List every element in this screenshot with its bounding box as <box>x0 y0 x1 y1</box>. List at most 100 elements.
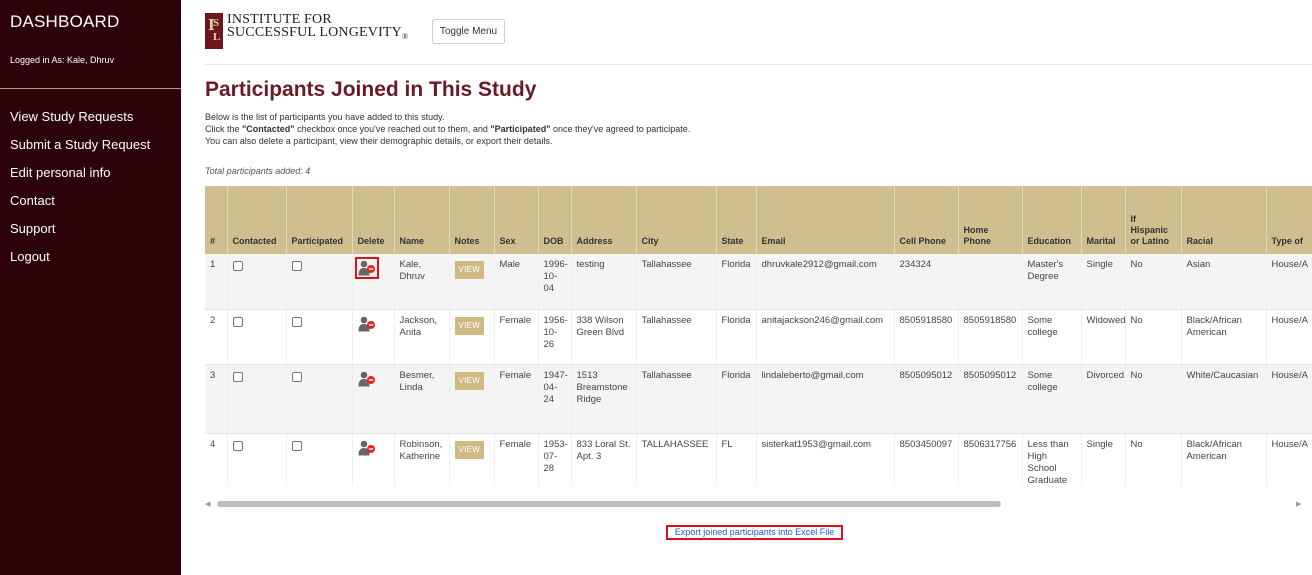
cell-sex: Male <box>494 254 539 310</box>
participated-checkbox[interactable] <box>291 261 302 271</box>
view-notes-button[interactable]: VIEW <box>454 371 485 390</box>
toggle-menu-button[interactable]: Toggle Menu <box>432 19 505 44</box>
cell-state: FL <box>716 433 757 486</box>
cell-cell-phone: 234324 <box>894 254 959 310</box>
cell-dob: 1947-04-24 <box>538 364 572 434</box>
cell-name: Besmer, Linda <box>394 364 450 434</box>
participated-checkbox[interactable] <box>291 440 302 451</box>
cell-email: anitajackson246@gmail.com <box>756 309 895 365</box>
participants-table-container[interactable]: # Contacted Participated Delete Name Not… <box>205 186 1312 486</box>
participants-table: # Contacted Participated Delete Name Not… <box>205 186 1312 486</box>
cell-home-phone: 8505095012 <box>958 364 1023 434</box>
cell-notes: VIEW <box>449 254 495 310</box>
col-header-education: Education <box>1022 186 1082 254</box>
cell-type: House/A <box>1266 254 1312 310</box>
col-header-hispanic: If Hispanic or Latino <box>1125 186 1182 254</box>
delete-user-icon[interactable] <box>358 316 376 332</box>
cell-type: House/A <box>1266 433 1312 486</box>
sidebar-item-contact[interactable]: Contact <box>10 192 150 220</box>
table-row: 4 Robinson, Katherine VIEW Female 1953-07-28… <box>205 433 1312 486</box>
contacted-checkbox[interactable] <box>232 316 243 327</box>
table-row: 2 Jackson, Anita VIEW Female 1956-10-26 338 W… <box>205 309 1312 365</box>
cell-dob: 1996-10-04 <box>538 254 572 310</box>
cell-sex: Female <box>494 433 539 486</box>
cell-city: Tallahassee <box>636 309 717 365</box>
cell-hispanic: No <box>1125 364 1182 434</box>
sidebar-item-submit-study-request[interactable]: Submit a Study Request <box>10 136 150 164</box>
cell-address: 1513 Breamstone Ridge <box>571 364 637 434</box>
col-header-num: # <box>205 186 228 254</box>
cell-contacted <box>227 433 287 486</box>
participated-checkbox[interactable] <box>291 316 302 327</box>
scroll-left-arrow[interactable]: ◀ <box>205 500 210 508</box>
cell-cell-phone: 8505095012 <box>894 364 959 434</box>
cell-racial: White/Caucasian <box>1181 364 1267 434</box>
contacted-checkbox[interactable] <box>232 261 243 271</box>
logged-in-label: Logged in As: Kale, Dhruv <box>10 55 115 65</box>
cell-name: Kale, Dhruv <box>394 254 450 310</box>
cell-marital: Divorced <box>1081 364 1126 434</box>
cell-delete <box>352 364 395 434</box>
cell-city: Tallahassee <box>636 364 717 434</box>
cell-home-phone: 8505918580 <box>958 309 1023 365</box>
cell-address: 338 Wilson Green Blvd <box>571 309 637 365</box>
cell-notes: VIEW <box>449 309 495 365</box>
horizontal-scrollbar-thumb[interactable] <box>217 501 1001 507</box>
col-header-contacted: Contacted <box>227 186 287 254</box>
col-header-delete: Delete <box>352 186 395 254</box>
participated-checkbox[interactable] <box>291 371 302 382</box>
contacted-checkbox[interactable] <box>232 440 243 451</box>
intro-text: Below is the list of participants you ha… <box>205 112 691 146</box>
cell-education: Some college <box>1022 309 1082 365</box>
sidebar-item-support[interactable]: Support <box>10 220 150 248</box>
cell-notes: VIEW <box>449 433 495 486</box>
scroll-right-arrow[interactable]: ▶ <box>1296 500 1301 508</box>
view-notes-button[interactable]: VIEW <box>454 440 485 459</box>
sidebar-item-edit-personal-info[interactable]: Edit personal info <box>10 164 150 192</box>
delete-user-icon[interactable] <box>358 440 376 456</box>
cell-racial: Black/African American <box>1181 309 1267 365</box>
cell-type: House/A <box>1266 309 1312 365</box>
cell-delete <box>352 254 395 310</box>
sidebar-item-view-study-requests[interactable]: View Study Requests <box>10 108 150 136</box>
view-notes-button[interactable]: VIEW <box>454 316 485 335</box>
cell-address: 833 Loral St. Apt. 3 <box>571 433 637 486</box>
logo-mark: I S L <box>205 13 223 49</box>
sidebar-divider <box>0 88 181 89</box>
cell-participated <box>286 309 353 365</box>
cell-sex: Female <box>494 309 539 365</box>
cell-marital: Single <box>1081 433 1126 486</box>
table-row: 3 Besmer, Linda VIEW Female 1947-04-24 1513 B… <box>205 364 1312 434</box>
delete-user-icon[interactable] <box>358 371 376 387</box>
sidebar-title[interactable]: DASHBOARD <box>10 12 120 32</box>
cell-city: Tallahassee <box>636 254 717 310</box>
cell-dob: 1953-07-28 <box>538 433 572 486</box>
col-header-racial: Racial <box>1181 186 1267 254</box>
cell-email: sisterkat1953@gmail.com <box>756 433 895 486</box>
cell-education: Master's Degree <box>1022 254 1082 310</box>
cell-address: testing <box>571 254 637 310</box>
cell-marital: Single <box>1081 254 1126 310</box>
page-title: Participants Joined in This Study <box>205 78 537 101</box>
cell-name: Robinson, Katherine <box>394 433 450 486</box>
table-header-row: # Contacted Participated Delete Name Not… <box>205 186 1312 254</box>
cell-num: 4 <box>205 433 228 486</box>
logo-text: INSTITUTE FOR SUCCESSFUL LONGEVITY® <box>227 12 409 42</box>
cell-hispanic: No <box>1125 309 1182 365</box>
delete-user-icon[interactable] <box>354 257 379 279</box>
cell-racial: Black/African American <box>1181 433 1267 486</box>
view-notes-button[interactable]: VIEW <box>454 261 485 279</box>
sidebar-item-logout[interactable]: Logout <box>10 248 150 276</box>
col-header-address: Address <box>571 186 637 254</box>
cell-participated <box>286 254 353 310</box>
cell-num: 1 <box>205 254 228 310</box>
cell-num: 3 <box>205 364 228 434</box>
col-header-marital: Marital <box>1081 186 1126 254</box>
cell-delete <box>352 433 395 486</box>
institute-logo[interactable]: I S L INSTITUTE FOR SUCCESSFUL LONGEVITY… <box>205 13 408 49</box>
col-header-email: Email <box>756 186 895 254</box>
export-excel-link[interactable]: Export joined participants into Excel Fi… <box>666 525 843 540</box>
cell-state: Florida <box>716 364 757 434</box>
contacted-checkbox[interactable] <box>232 371 243 382</box>
cell-contacted <box>227 254 287 310</box>
